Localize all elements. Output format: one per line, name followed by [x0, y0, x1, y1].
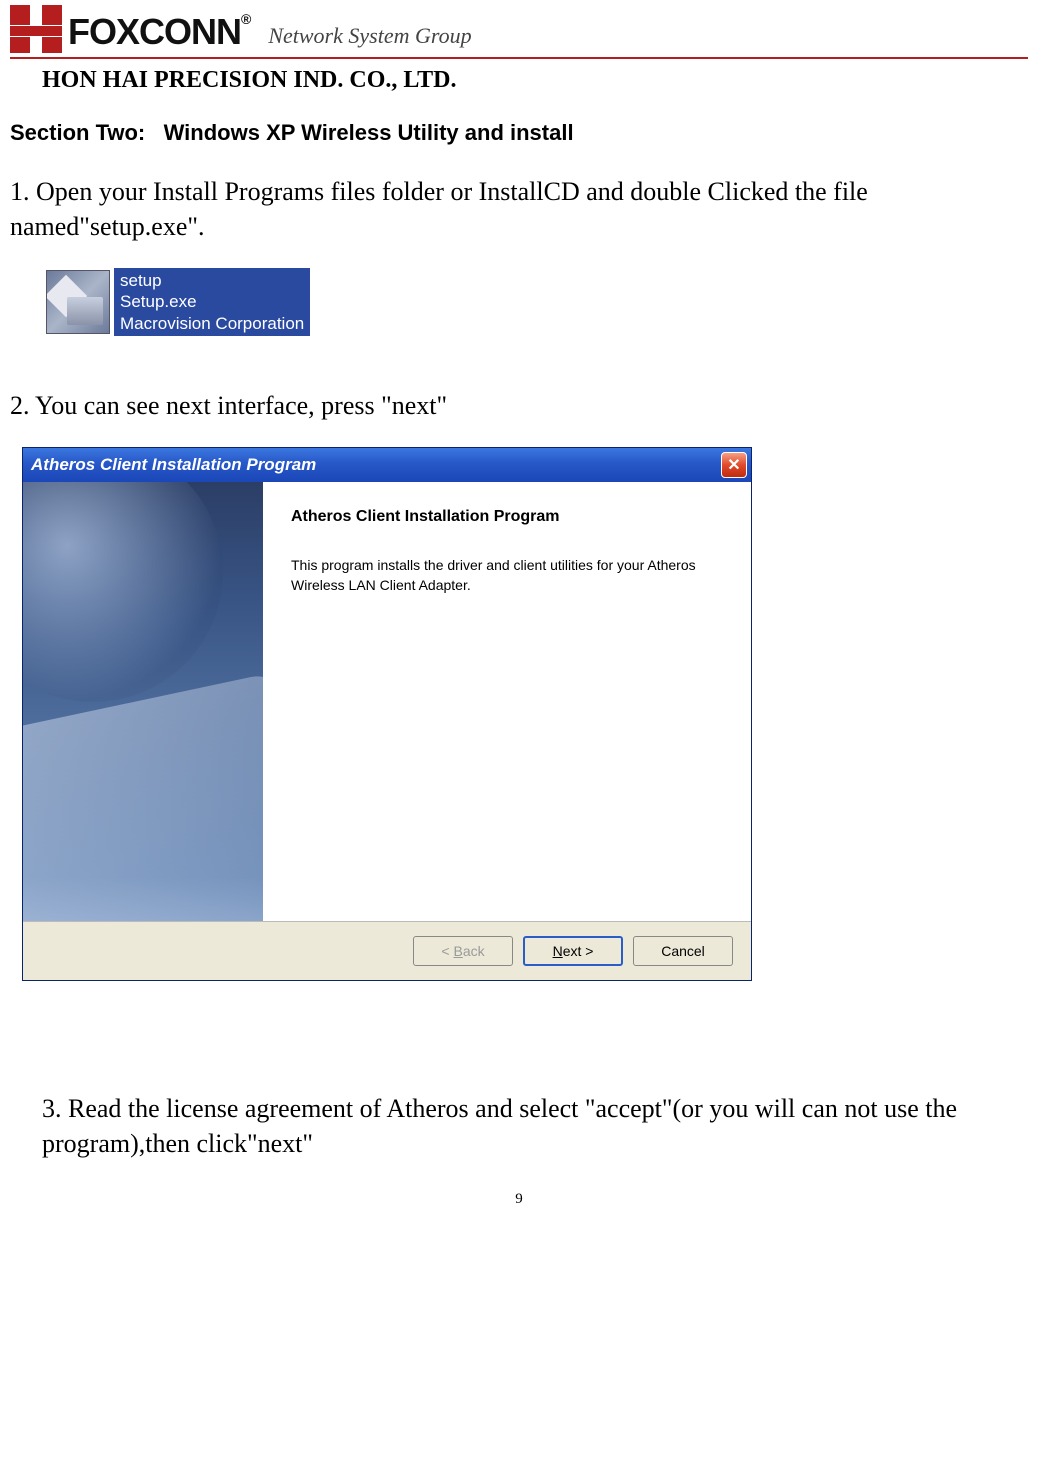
close-button[interactable]: ✕ — [721, 452, 747, 478]
setup-file-item[interactable]: setup Setup.exe Macrovision Corporation — [46, 268, 1028, 336]
step-2: 2. You can see next interface, press "ne… — [10, 388, 1028, 423]
company-name: HON HAI PRECISION IND. CO., LTD. — [42, 67, 1028, 94]
setup-file-exe: Setup.exe — [120, 291, 304, 312]
installer-dialog: Atheros Client Installation Program ✕ At… — [22, 447, 752, 981]
step-3: 3. Read the license agreement of Atheros… — [42, 1091, 1028, 1161]
header-divider — [10, 57, 1028, 59]
dialog-button-row: < Back Next > Cancel — [23, 922, 751, 980]
close-icon: ✕ — [727, 455, 740, 475]
dialog-titlebar[interactable]: Atheros Client Installation Program ✕ — [23, 448, 751, 482]
foxconn-logo: FOXCONN® — [10, 5, 250, 53]
dialog-body: Atheros Client Installation Program This… — [23, 482, 751, 922]
next-button[interactable]: Next > — [523, 936, 623, 966]
setup-file-labels: setup Setup.exe Macrovision Corporation — [114, 268, 310, 336]
dialog-side-graphic — [23, 482, 263, 921]
dialog-description: This program installs the driver and cli… — [291, 556, 723, 595]
back-button: < Back — [413, 936, 513, 966]
setup-file-vendor: Macrovision Corporation — [120, 313, 304, 334]
section-title: Section Two: Windows XP Wireless Utility… — [10, 120, 1028, 146]
page-number: 9 — [10, 1191, 1028, 1208]
dialog-content: Atheros Client Installation Program This… — [263, 482, 751, 921]
brand-subtitle: Network System Group — [268, 23, 471, 49]
page-header: FOXCONN® Network System Group — [10, 5, 1028, 53]
foxconn-h-icon — [10, 5, 62, 53]
setup-file-name: setup — [120, 270, 304, 291]
brand-text: FOXCONN® — [68, 11, 250, 53]
dialog-title: Atheros Client Installation Program — [31, 455, 316, 475]
dialog-heading: Atheros Client Installation Program — [291, 508, 723, 526]
step-1: 1. Open your Install Programs files fold… — [10, 174, 1028, 244]
installer-icon — [46, 270, 110, 334]
cancel-button[interactable]: Cancel — [633, 936, 733, 966]
